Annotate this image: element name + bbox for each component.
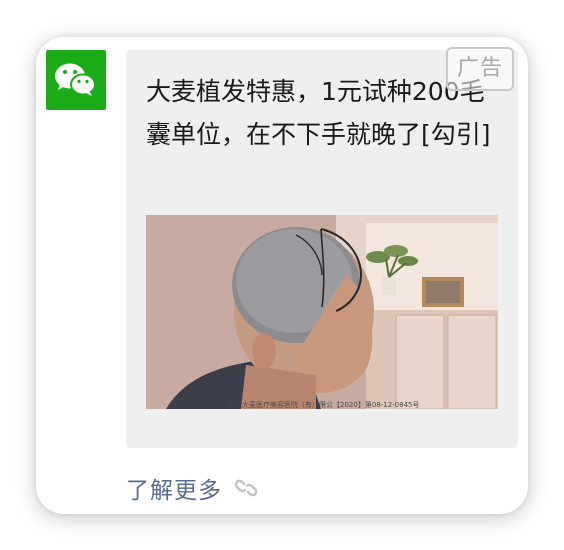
learn-more-label[interactable]: 了解更多 [126, 471, 222, 505]
learn-more-link[interactable]: 了解更多 [126, 471, 258, 505]
page: 大麦植发特惠，1元试种200毛囊单位，在不下手就晚了[勾引] 沪卫大麦医疗美容医… [0, 0, 564, 550]
ad-bubble[interactable]: 大麦植发特惠，1元试种200毛囊单位，在不下手就晚了[勾引] 沪卫大麦医疗美容医… [126, 50, 518, 448]
wechat-logo-icon [46, 50, 106, 110]
link-icon[interactable] [234, 476, 258, 500]
ad-badge[interactable]: 广告 [446, 47, 514, 91]
ad-image-caption: 沪卫大麦医疗美容医院（有）限公【2020】第08-12-0845号 [228, 401, 420, 409]
ad-image[interactable]: 沪卫大麦医疗美容医院（有）限公【2020】第08-12-0845号 [146, 215, 498, 409]
ad-card: 大麦植发特惠，1元试种200毛囊单位，在不下手就晚了[勾引] 沪卫大麦医疗美容医… [36, 37, 528, 514]
